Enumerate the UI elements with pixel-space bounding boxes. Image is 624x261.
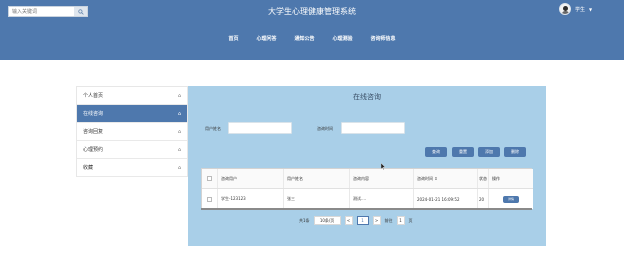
next-page-button[interactable]: > [372, 216, 381, 225]
goto-page-input[interactable]: 1 [396, 216, 405, 225]
select-all-checkbox[interactable] [207, 176, 212, 181]
table-cell: 学生-123123 [218, 189, 284, 209]
delete-button[interactable]: 删除 [504, 147, 526, 157]
home-icon: ⌂ [177, 146, 181, 153]
current-page[interactable]: 1 [356, 216, 369, 225]
column-header: 状态 [478, 169, 489, 188]
mouse-cursor-icon [381, 163, 386, 170]
sidebar-item-label: 个人首页 [83, 93, 104, 99]
nav-notices[interactable]: 通知公告 [294, 35, 314, 42]
page-size-select[interactable]: 10条/页 [313, 216, 341, 225]
nav-psych-qa[interactable]: 心理问答 [256, 35, 276, 42]
user-menu[interactable]: 学生 ▼ [559, 3, 592, 15]
column-header: 咨询内容 [350, 169, 414, 188]
row-checkbox[interactable] [207, 196, 212, 202]
consult-time-input[interactable] [341, 122, 405, 134]
home-icon: ⌂ [177, 92, 181, 99]
home-icon: ⌂ [177, 164, 181, 171]
previous-page-button[interactable]: < [344, 216, 353, 225]
column-header: 操作 [492, 175, 500, 181]
nav-psych-test[interactable]: 心理测验 [333, 35, 353, 42]
user-name-label: 用户姓名 [205, 126, 221, 131]
add-button[interactable]: 添加 [478, 147, 500, 157]
details-button[interactable]: 详情 [503, 195, 519, 203]
page-title: 在线咨询 [353, 93, 381, 101]
watermark: CSDN @weixin_ZYKJ985 [495, 246, 596, 255]
top-header: 大学生心理健康管理系统 学生 ▼ 首页 心理问答 通知公告 心理测验 咨询师信息 [0, 0, 624, 60]
site-title: 大学生心理健康管理系统 [268, 7, 356, 16]
main-navigation: 首页 心理问答 通知公告 心理测验 咨询师信息 [0, 35, 624, 42]
avatar[interactable] [559, 3, 571, 15]
column-header: 用户姓名 [284, 169, 350, 188]
total-count: 共1条 [299, 217, 310, 223]
sidebar-item-favorites[interactable]: 收藏 ⌂ [77, 159, 187, 177]
home-icon: ⌂ [177, 110, 181, 117]
sidebar-item-label: 在线咨询 [83, 111, 104, 117]
sidebar-item-label: 心理预约 [83, 147, 104, 153]
sidebar-item-label: 收藏 [83, 165, 94, 171]
row-select-cell[interactable] [202, 189, 218, 209]
table-row: 学生-123123 张三 测试.... 2024-01-21 16:09:52 … [202, 189, 533, 209]
table-header-row: 咨询用户 用户姓名 咨询内容 咨询时间 ⇕ 状态 操作 [202, 169, 533, 189]
horizontal-scrollbar[interactable] [201, 208, 532, 210]
select-all-cell[interactable] [202, 169, 218, 188]
goto-suffix: 页 [408, 217, 413, 223]
column-header: 咨询用户 [218, 169, 284, 188]
sortable-column-header[interactable]: 咨询时间 ⇕ [414, 169, 478, 188]
goto-prefix: 前往 [384, 217, 393, 223]
caret-down-icon[interactable]: ▼ [589, 7, 592, 12]
action-cell: 详情 [489, 189, 533, 209]
home-icon: ⌂ [177, 128, 181, 135]
reset-button[interactable]: 重置 [452, 147, 474, 157]
sidebar: 个人首页 ⌂ 在线咨询 ⌂ 咨询回复 ⌂ 心理预约 ⌂ 收藏 ⌂ [76, 86, 188, 177]
table-cell: 张三 [284, 189, 350, 209]
nav-counselor-info[interactable]: 咨询师信息 [371, 35, 396, 42]
consult-time-label: 咨询时间 [317, 126, 333, 131]
sidebar-item-label: 咨询回复 [83, 129, 104, 135]
pagination: 共1条 10条/页 < 1 > 前往 1 页 [299, 216, 413, 225]
user-name-input[interactable] [228, 122, 292, 134]
table-cell: 20 [478, 189, 489, 209]
consult-table: 咨询用户 用户姓名 咨询内容 咨询时间 ⇕ 状态 操作 学生-123123 张三… [201, 168, 533, 209]
sidebar-item-consult-reply[interactable]: 咨询回复 ⌂ [77, 123, 187, 141]
table-cell: 2024-01-21 16:09:52 [414, 189, 478, 209]
nav-home[interactable]: 首页 [228, 35, 238, 42]
sidebar-item-personal-home[interactable]: 个人首页 ⌂ [77, 87, 187, 105]
user-name[interactable]: 学生 [575, 6, 585, 13]
query-button[interactable]: 查询 [425, 147, 447, 157]
sidebar-item-online-consult[interactable]: 在线咨询 ⌂ [77, 105, 187, 123]
sidebar-item-appointment[interactable]: 心理预约 ⌂ [77, 141, 187, 159]
table-cell: 测试.... [350, 189, 414, 209]
